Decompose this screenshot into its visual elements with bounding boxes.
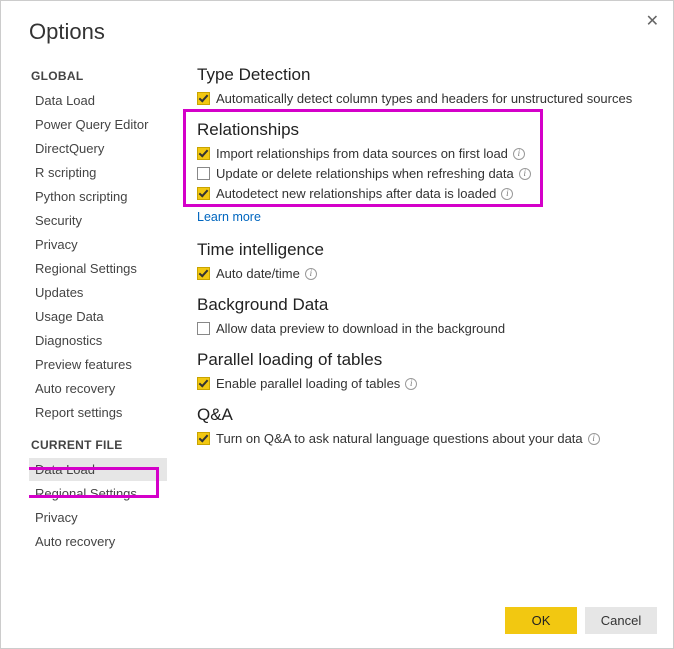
checkbox-background-preview[interactable] xyxy=(197,322,210,335)
group-title-qa: Q&A xyxy=(197,405,659,425)
link-learn-more[interactable]: Learn more xyxy=(197,210,261,224)
checkbox-autodetect-relationships[interactable] xyxy=(197,187,210,200)
sidebar-item-usage-data[interactable]: Usage Data xyxy=(29,305,167,328)
ok-button[interactable]: OK xyxy=(505,607,577,634)
label-update-delete-relationships: Update or delete relationships when refr… xyxy=(216,166,514,181)
sidebar-item-privacy[interactable]: Privacy xyxy=(29,233,167,256)
checkbox-qa[interactable] xyxy=(197,432,210,445)
label-import-relationships: Import relationships from data sources o… xyxy=(216,146,508,161)
group-title-relationships: Relationships xyxy=(197,120,659,140)
group-title-type-detection: Type Detection xyxy=(197,65,659,85)
sidebar-item-cf-regional-settings[interactable]: Regional Settings xyxy=(29,482,167,505)
sidebar-item-directquery[interactable]: DirectQuery xyxy=(29,137,167,160)
sidebar-item-regional-settings[interactable]: Regional Settings xyxy=(29,257,167,280)
sidebar-section-global: GLOBAL xyxy=(31,69,167,83)
sidebar-item-updates[interactable]: Updates xyxy=(29,281,167,304)
sidebar-item-cf-auto-recovery[interactable]: Auto recovery xyxy=(29,530,167,553)
sidebar-item-r-scripting[interactable]: R scripting xyxy=(29,161,167,184)
content-pane: Type Detection Automatically detect colu… xyxy=(169,55,663,597)
label-background-preview: Allow data preview to download in the ba… xyxy=(216,321,505,336)
group-title-background-data: Background Data xyxy=(197,295,659,315)
info-icon[interactable]: i xyxy=(588,433,600,445)
info-icon[interactable]: i xyxy=(405,378,417,390)
checkbox-parallel-loading[interactable] xyxy=(197,377,210,390)
close-icon[interactable]: ✕ xyxy=(646,13,659,30)
sidebar-item-cf-privacy[interactable]: Privacy xyxy=(29,506,167,529)
sidebar-item-python-scripting[interactable]: Python scripting xyxy=(29,185,167,208)
sidebar-item-preview-features[interactable]: Preview features xyxy=(29,353,167,376)
sidebar-section-current-file: CURRENT FILE xyxy=(31,438,167,452)
checkbox-import-relationships[interactable] xyxy=(197,147,210,160)
dialog-footer: OK Cancel xyxy=(1,597,673,648)
sidebar-item-cf-data-load[interactable]: Data Load xyxy=(29,458,167,481)
checkbox-update-delete-relationships[interactable] xyxy=(197,167,210,180)
info-icon[interactable]: i xyxy=(501,188,513,200)
group-title-parallel-loading: Parallel loading of tables xyxy=(197,350,659,370)
label-auto-date-time: Auto date/time xyxy=(216,266,300,281)
sidebar-item-auto-recovery[interactable]: Auto recovery xyxy=(29,377,167,400)
checkbox-auto-date-time[interactable] xyxy=(197,267,210,280)
checkbox-auto-detect-types[interactable] xyxy=(197,92,210,105)
info-icon[interactable]: i xyxy=(305,268,317,280)
info-icon[interactable]: i xyxy=(513,148,525,160)
options-window: ✕ Options GLOBAL Data Load Power Query E… xyxy=(0,0,674,649)
label-autodetect-relationships: Autodetect new relationships after data … xyxy=(216,186,496,201)
sidebar-item-data-load[interactable]: Data Load xyxy=(29,89,167,112)
label-qa: Turn on Q&A to ask natural language ques… xyxy=(216,431,583,446)
cancel-button[interactable]: Cancel xyxy=(585,607,657,634)
label-auto-detect-types: Automatically detect column types and he… xyxy=(216,91,632,106)
sidebar[interactable]: GLOBAL Data Load Power Query Editor Dire… xyxy=(29,55,169,597)
sidebar-item-diagnostics[interactable]: Diagnostics xyxy=(29,329,167,352)
page-title: Options xyxy=(1,1,673,55)
sidebar-item-security[interactable]: Security xyxy=(29,209,167,232)
group-title-time-intelligence: Time intelligence xyxy=(197,240,659,260)
info-icon[interactable]: i xyxy=(519,168,531,180)
sidebar-item-report-settings[interactable]: Report settings xyxy=(29,401,167,424)
label-parallel-loading: Enable parallel loading of tables xyxy=(216,376,400,391)
sidebar-item-power-query-editor[interactable]: Power Query Editor xyxy=(29,113,167,136)
